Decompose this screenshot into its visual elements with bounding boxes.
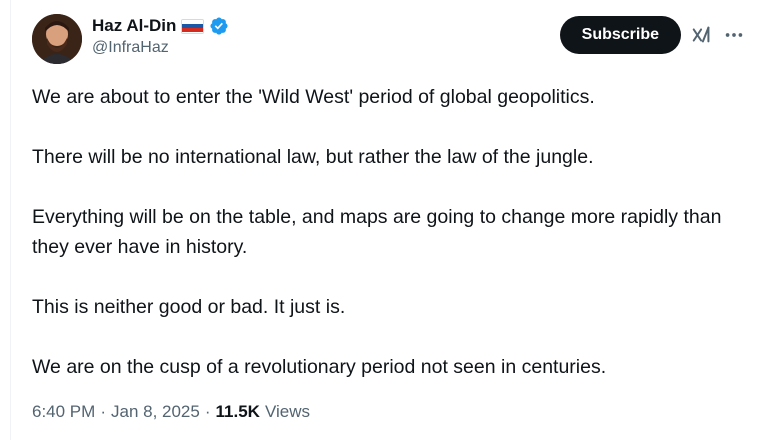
avatar[interactable] <box>32 14 82 64</box>
verified-badge-icon[interactable] <box>209 16 229 36</box>
tweet-paragraph: We are on the cusp of a revolutionary pe… <box>32 356 607 378</box>
russia-flag-icon <box>181 18 205 34</box>
meta-separator: · <box>100 402 106 421</box>
subscribe-button[interactable]: Subscribe <box>559 16 681 54</box>
meta-separator: · <box>204 402 211 421</box>
tweet-date[interactable]: Jan 8, 2025 <box>111 402 200 422</box>
name-row: Haz Al-Din <box>92 16 229 36</box>
author-handle[interactable]: @InfraHaz <box>92 39 229 57</box>
avatar-image <box>32 14 82 64</box>
tweet-paragraph: There will be no international law, but … <box>32 146 594 168</box>
tweet-time[interactable]: 6:40 PM <box>32 402 95 422</box>
timeline-divider <box>10 0 11 440</box>
tweet-meta: 6:40 PM · Jan 8, 2025 · 11.5K Views <box>32 402 745 422</box>
header-actions: Subscribe <box>559 16 745 54</box>
views-label: Views <box>264 402 310 421</box>
grok-icon[interactable] <box>691 24 713 46</box>
tweet-header: Haz Al-Din @InfraHaz Subscribe <box>32 14 745 64</box>
author-names: Haz Al-Din @InfraHaz <box>92 14 229 57</box>
tweet-paragraph: Everything will be on the table, and map… <box>32 206 722 258</box>
views-count[interactable]: 11.5K <box>216 402 260 422</box>
tweet-paragraph: This is neither good or bad. It just is. <box>32 296 346 318</box>
tweet-paragraph: We are about to enter the 'Wild West' pe… <box>32 86 595 108</box>
display-name[interactable]: Haz Al-Din <box>92 16 176 36</box>
tweet-text: We are about to enter the 'Wild West' pe… <box>32 82 745 382</box>
tweet: Haz Al-Din @InfraHaz Subscribe We are ab… <box>0 0 759 440</box>
more-icon[interactable] <box>723 24 745 46</box>
